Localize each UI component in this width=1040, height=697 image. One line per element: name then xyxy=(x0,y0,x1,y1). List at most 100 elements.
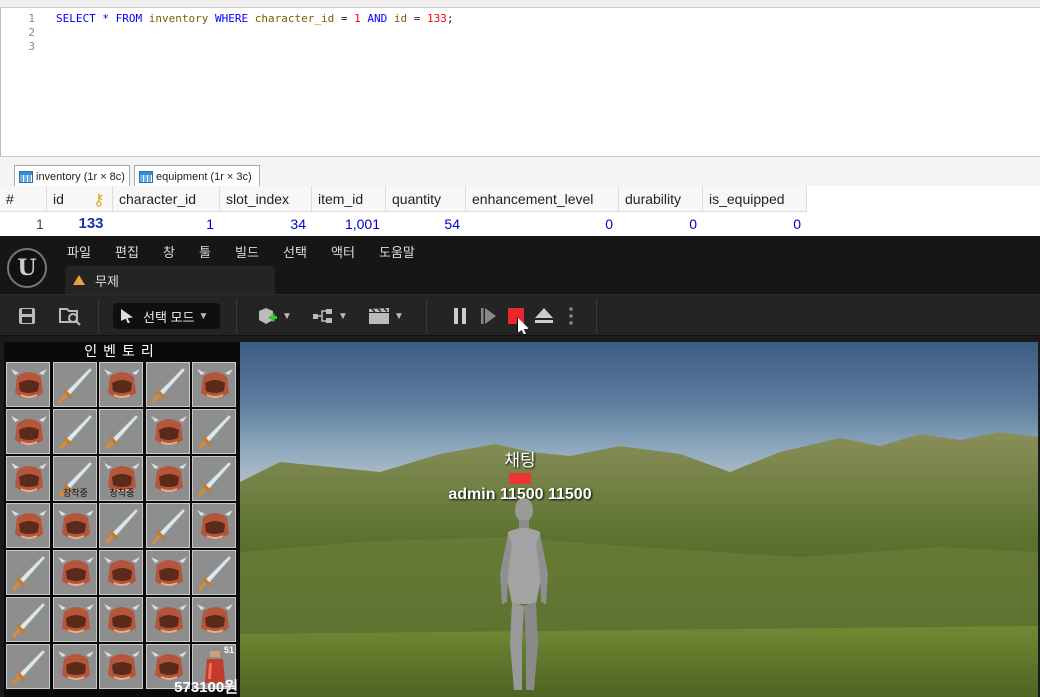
inventory-slot[interactable]: 장착중 xyxy=(99,456,143,501)
eject-icon[interactable] xyxy=(534,303,554,329)
inventory-slot[interactable] xyxy=(6,362,50,407)
inventory-slot[interactable] xyxy=(99,644,143,689)
table-grid-icon xyxy=(139,170,153,183)
sql-query[interactable]: SELECT * FROM inventory WHERE character_… xyxy=(56,12,453,26)
save-icon[interactable] xyxy=(14,303,40,329)
inventory-slot[interactable]: 장착중 xyxy=(52,456,97,501)
cell-durability[interactable]: 0 xyxy=(619,214,703,234)
inventory-slot[interactable] xyxy=(52,409,97,454)
inventory-slot[interactable] xyxy=(145,503,190,548)
inventory-slot[interactable] xyxy=(192,456,236,501)
content-browser-icon[interactable] xyxy=(56,303,84,329)
column-header-label: id xyxy=(53,191,64,207)
inventory-slot[interactable] xyxy=(99,409,143,454)
inventory-slot[interactable] xyxy=(192,597,236,642)
inventory-slot[interactable] xyxy=(192,550,236,595)
cell-item-id[interactable]: 1,001 xyxy=(312,214,386,234)
column-header-id[interactable]: id ⚷ xyxy=(47,186,113,212)
inventory-slot[interactable] xyxy=(52,362,97,407)
inventory-slot[interactable] xyxy=(52,597,97,642)
inventory-slot[interactable] xyxy=(145,597,190,642)
inventory-slot[interactable] xyxy=(145,456,190,501)
inventory-slot[interactable] xyxy=(145,550,190,595)
menu-file[interactable]: 파일 xyxy=(67,242,91,261)
column-header-durability[interactable]: durability xyxy=(619,186,703,212)
column-header-item-id[interactable]: item_id xyxy=(312,186,386,212)
inventory-slot[interactable] xyxy=(6,409,50,454)
column-header-slot-index[interactable]: slot_index xyxy=(220,186,312,212)
level-tab[interactable]: 무제 xyxy=(65,266,275,294)
inventory-slot[interactable] xyxy=(52,503,97,548)
column-header-quantity[interactable]: quantity xyxy=(386,186,466,212)
tab-equipment-result[interactable]: equipment (1r × 3c) xyxy=(134,165,260,187)
column-header-rownum[interactable]: # xyxy=(0,186,47,212)
inventory-slot[interactable] xyxy=(192,362,236,407)
selection-mode-label: 선택 모드 xyxy=(143,309,195,325)
more-options-icon[interactable] xyxy=(564,303,578,329)
line-number: 1 xyxy=(28,12,35,25)
toolbar-separator xyxy=(426,299,427,333)
menu-tools[interactable]: 툴 xyxy=(199,242,211,261)
inventory-slot[interactable] xyxy=(99,503,143,548)
cell-is-equipped[interactable]: 0 xyxy=(703,214,807,234)
inventory-slot[interactable] xyxy=(52,644,97,689)
chevron-down-icon: ▼ xyxy=(282,310,292,322)
sql-token: WHERE xyxy=(214,12,249,25)
inventory-slot[interactable] xyxy=(6,550,50,595)
pause-icon[interactable] xyxy=(450,303,470,329)
inventory-slot[interactable] xyxy=(52,550,97,595)
menu-actor[interactable]: 액터 xyxy=(331,242,355,261)
result-grid: # id ⚷ character_id slot_index item_id q… xyxy=(0,186,1040,236)
inventory-slot[interactable] xyxy=(6,456,50,501)
blueprint-icon[interactable]: ▼ xyxy=(310,303,350,329)
sql-editor[interactable]: 1 SELECT * FROM inventory WHERE characte… xyxy=(0,8,1040,156)
cinematics-icon[interactable]: ▼ xyxy=(366,303,406,329)
sql-token: AND xyxy=(367,12,388,25)
chat-label: 채팅 xyxy=(504,451,536,470)
tab-inventory-result[interactable]: inventory (1r × 8c) xyxy=(14,165,130,187)
inventory-slot[interactable] xyxy=(6,503,50,548)
unreal-logo-icon[interactable]: U xyxy=(7,248,47,288)
cursor-icon xyxy=(121,309,133,323)
inventory-slot[interactable] xyxy=(99,362,143,407)
level-tab-label: 무제 xyxy=(95,273,119,289)
column-header-is-equipped[interactable]: is_equipped xyxy=(703,186,807,212)
game-viewport[interactable]: 채팅 admin 11500 11500 인벤토리 장착중 장착중 51 57310… xyxy=(0,336,1040,697)
selection-mode-dropdown[interactable]: 선택 모드 ▼ xyxy=(113,303,220,329)
unreal-editor-window: U 파일 편집 창 툴 빌드 선택 액터 도움말 무제 선택 모드 ▼ ▼ ▼ … xyxy=(0,236,1040,697)
menu-select[interactable]: 선택 xyxy=(283,242,307,261)
editor-line: 1 SELECT * FROM inventory WHERE characte… xyxy=(1,12,1040,26)
chevron-down-icon: ▼ xyxy=(394,310,404,322)
cell-id[interactable]: 133 xyxy=(70,214,118,234)
column-header-character-id[interactable]: character_id xyxy=(113,186,220,212)
menu-help[interactable]: 도움말 xyxy=(379,242,415,261)
menu-window[interactable]: 창 xyxy=(163,242,175,261)
inventory-slot[interactable] xyxy=(145,409,190,454)
sql-token: * xyxy=(102,12,109,25)
sql-token: = xyxy=(334,12,355,25)
cell-enhancement-level[interactable]: 0 xyxy=(466,214,619,234)
inventory-slot[interactable] xyxy=(99,550,143,595)
result-tab-bar: inventory (1r × 8c) equipment (1r × 3c) xyxy=(0,156,1040,187)
menu-build[interactable]: 빌드 xyxy=(235,242,259,261)
inventory-slot[interactable] xyxy=(192,409,236,454)
cell-slot-index[interactable]: 34 xyxy=(220,214,312,234)
cell-quantity[interactable]: 54 xyxy=(386,214,466,234)
menu-edit[interactable]: 편집 xyxy=(115,242,139,261)
inventory-slot[interactable] xyxy=(6,644,50,689)
sql-token: ; xyxy=(446,12,454,25)
inventory-slot[interactable] xyxy=(6,597,50,642)
inventory-slot[interactable] xyxy=(99,597,143,642)
inventory-slot[interactable] xyxy=(145,362,190,407)
add-actor-icon[interactable]: ▼ xyxy=(254,303,294,329)
sql-token: FROM xyxy=(115,12,143,25)
column-header-enhancement-level[interactable]: enhancement_level xyxy=(466,186,619,212)
cell-character-id[interactable]: 1 xyxy=(113,214,220,234)
inventory-slot[interactable] xyxy=(192,503,236,548)
row-number: 1 xyxy=(36,216,44,232)
sql-token: 133 xyxy=(426,12,447,25)
step-frame-icon[interactable] xyxy=(478,303,498,329)
line-number: 2 xyxy=(28,26,35,39)
sql-token: = xyxy=(407,12,427,25)
